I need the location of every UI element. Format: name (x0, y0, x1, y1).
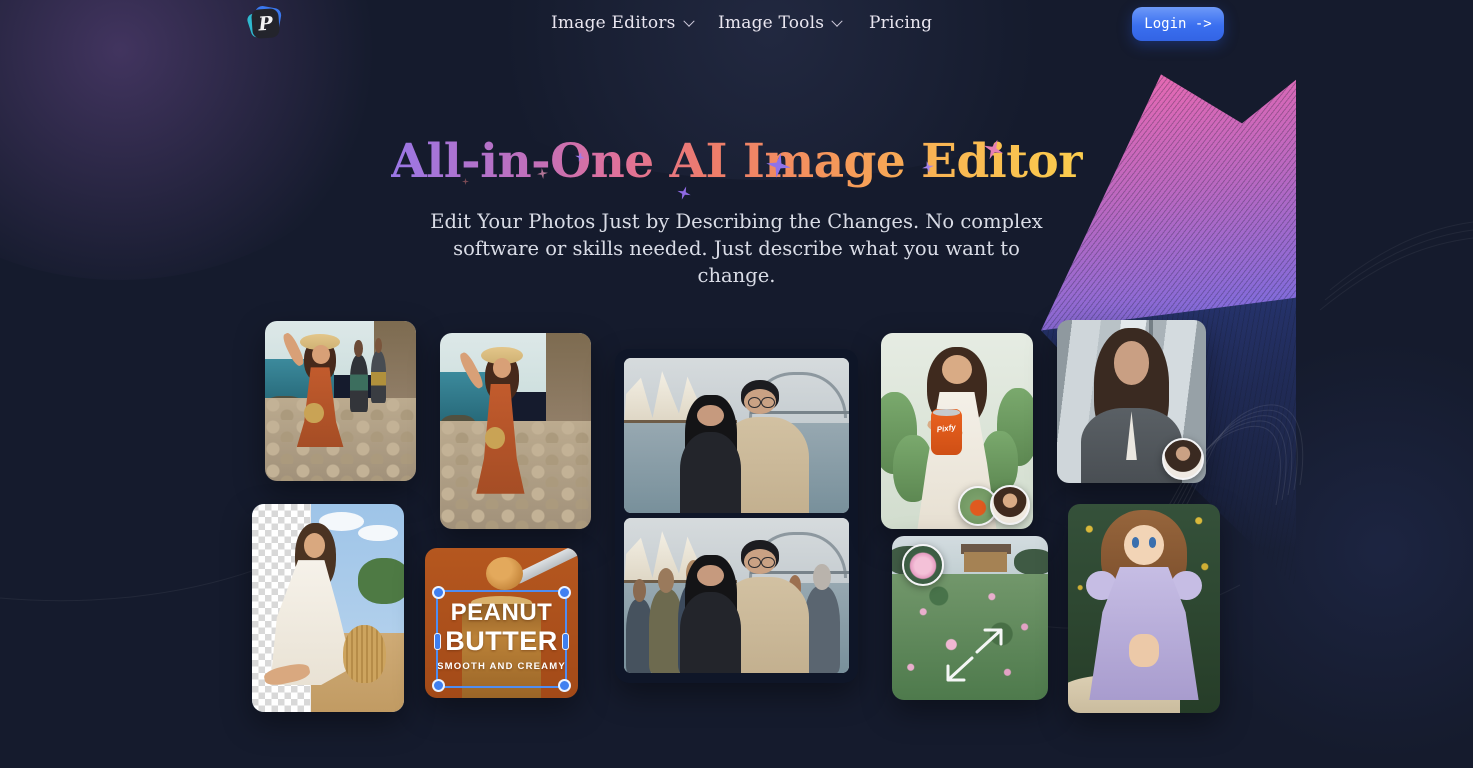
example-card-beach-before (265, 321, 416, 481)
woman-body-shape (680, 432, 741, 513)
woman-face-shape (697, 405, 724, 427)
glasses-shape (748, 397, 761, 408)
app-logo[interactable]: P (249, 6, 283, 40)
lotus-flower-inset (902, 544, 944, 586)
straw-bag-shape (304, 403, 324, 424)
harbour-photo-crowded (624, 518, 849, 673)
example-card-anime-style (1068, 504, 1220, 713)
selection-handle[interactable] (432, 679, 445, 692)
example-card-peanut-design: PEANUT BUTTER SMOOTH AND CREAMY (425, 548, 578, 698)
nav-item-image-editors[interactable]: Image Editors (551, 13, 693, 33)
example-card-background-removal (252, 504, 404, 712)
nav-item-pricing[interactable]: Pricing (869, 13, 932, 33)
girl-face-shape (1124, 525, 1164, 565)
example-card-expand-image (892, 536, 1048, 700)
eye-shape (1149, 537, 1157, 547)
expand-arrow-up-right-icon (973, 626, 1007, 656)
woman-face-shape (697, 565, 724, 587)
selection-handle[interactable] (562, 633, 569, 650)
page-subtitle: Edit Your Photos Just by Describing the … (427, 209, 1047, 290)
thumbnail-original-photo (1162, 438, 1204, 480)
selection-box[interactable] (436, 590, 568, 688)
example-card-headshot (1057, 320, 1206, 483)
woman-face-shape (942, 355, 972, 384)
nav-item-image-tools[interactable]: Image Tools (718, 13, 841, 33)
glasses-shape (748, 557, 761, 568)
woman-face-shape (304, 533, 325, 558)
tourist-figure (371, 351, 386, 402)
glasses-shape (761, 557, 774, 568)
building-shape (964, 552, 1008, 572)
tree-shape (358, 558, 404, 604)
thumbnail-woman-reference (990, 485, 1030, 525)
selection-handle[interactable] (434, 633, 441, 650)
peanut-butter-dollop-shape (486, 557, 523, 590)
chevron-down-icon (683, 16, 694, 27)
landing-page: P Image Editors Image Tools Pricing Logi… (0, 0, 1473, 768)
logo-letter: P (251, 8, 280, 39)
straw-bag-shape (485, 427, 505, 449)
basket-shape (343, 625, 386, 683)
woman-body-shape (680, 592, 741, 673)
example-card-harbour-pair (615, 349, 858, 683)
hands-shape (1129, 634, 1159, 667)
nav-item-label: Image Tools (718, 13, 824, 33)
tree-shape (1014, 549, 1048, 575)
login-button[interactable]: Login -> (1132, 7, 1224, 41)
tourist-figure (350, 355, 368, 413)
nav-item-label: Image Editors (551, 13, 676, 33)
can-lid-shape (933, 409, 960, 415)
can-brand-label: Pixfy (931, 422, 962, 435)
page-title: All-in-One AI Image Editor (390, 134, 1082, 189)
example-card-product-cactus: Pixfy (881, 333, 1033, 529)
selection-handle[interactable] (432, 586, 445, 599)
glasses-shape (761, 397, 774, 408)
soda-can: Pixfy (931, 409, 961, 454)
purple-glow-decoration (0, 0, 400, 280)
building-shape (546, 333, 591, 431)
chevron-down-icon (832, 16, 843, 27)
expand-arrow-down-left-icon (942, 654, 976, 684)
example-card-beach-after (440, 333, 591, 529)
woman-face-shape (312, 345, 330, 364)
selection-handle[interactable] (558, 679, 571, 692)
nav-item-label: Pricing (869, 13, 932, 33)
crowd-figure (804, 586, 840, 673)
woman-face-shape (493, 358, 511, 378)
harbour-photo-clean (624, 358, 849, 513)
